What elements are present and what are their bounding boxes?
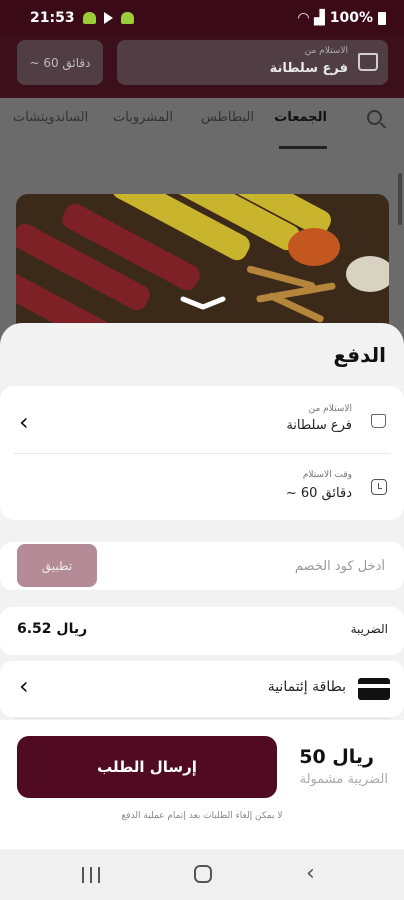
cancel-note: لا يمكن إلغاء الطلبات بعد إتمام عملية ال… [121, 811, 283, 821]
android-icon [82, 12, 96, 24]
time-value: ~ 60 دقائق [29, 55, 91, 70]
time-value: ~ 60 دقائق [285, 486, 352, 501]
home-icon[interactable] [194, 865, 212, 883]
category-tabs: الجمعات البطاطس المشروبات الساندويتشات [0, 98, 404, 150]
signal-icon: ▟ [313, 10, 325, 26]
branch-value: فرع سلطانة [269, 61, 348, 76]
branch-label: الاستلام من [304, 46, 348, 56]
battery-level: 100% [329, 10, 373, 26]
pickup-label: الاستلام من [308, 404, 352, 414]
apply-coupon-button[interactable]: تطبيق [17, 544, 97, 587]
active-tab-indicator [279, 146, 327, 149]
tax-label: الضريبة [350, 622, 388, 636]
coupon-input[interactable] [100, 550, 385, 582]
coupon-card: تطبيق [0, 542, 404, 590]
submit-order-button[interactable]: إرسال الطلب [17, 736, 277, 798]
tab-drinks[interactable]: المشروبات [113, 110, 173, 125]
payment-method-label: بطاقة إئتمانية [267, 679, 346, 695]
total-amount: 50 ريال [299, 746, 374, 768]
payment-method-row[interactable]: بطاقة إئتمانية ‹ [0, 661, 404, 717]
credit-card-icon [358, 678, 390, 700]
time-selector[interactable]: ~ 60 دقائق [17, 40, 103, 85]
chevron-left-icon[interactable]: ‹ [19, 674, 29, 698]
tax-row: الضريبة 6.52 ريال [0, 607, 404, 655]
status-time: 21:53 [30, 10, 75, 26]
status-bar: 21:53 ◠ ▟ 100% [0, 0, 404, 36]
time-label: وقت الاستلام [302, 470, 352, 480]
tax-included-note: الضريبة مشمولة [299, 772, 388, 787]
tab-fries[interactable]: البطاطس [201, 110, 254, 125]
search-icon[interactable] [367, 110, 382, 125]
wifi-icon: ◠ [298, 10, 309, 26]
divider [14, 718, 390, 719]
battery-icon [378, 11, 386, 25]
checkout-footer: إرسال الطلب 50 ريال الضريبة مشمولة لا يم… [0, 720, 404, 849]
tab-combos[interactable]: الجمعات [274, 110, 327, 125]
combo-image[interactable] [16, 194, 389, 344]
back-icon[interactable]: ‹ [306, 861, 315, 886]
pickup-value: فرع سلطانة [286, 418, 352, 433]
tax-value: 6.52 ريال [17, 621, 88, 637]
android-icon [120, 12, 134, 24]
shopping-bag-icon [371, 414, 386, 428]
recent-apps-icon[interactable] [82, 867, 100, 883]
branch-selector[interactable]: الاستلام من فرع سلطانة [117, 40, 388, 85]
divider [14, 453, 390, 454]
tab-sandwiches[interactable]: الساندويتشات [13, 110, 88, 125]
play-icon [103, 12, 113, 24]
chevron-left-icon[interactable]: ‹ [19, 410, 29, 434]
calendar-clock-icon [371, 479, 387, 495]
system-nav-bar: ‹ [0, 849, 404, 900]
sheet-title: الدفع [333, 343, 386, 367]
chevron-down-icon[interactable] [180, 296, 226, 310]
scroll-handle[interactable] [398, 173, 402, 225]
shopping-bag-icon [358, 53, 378, 71]
pickup-details-card: الاستلام من فرع سلطانة ‹ وقت الاستلام ~ … [0, 386, 404, 520]
payment-sheet: الدفع الاستلام من فرع سلطانة ‹ وقت الاست… [0, 323, 404, 849]
